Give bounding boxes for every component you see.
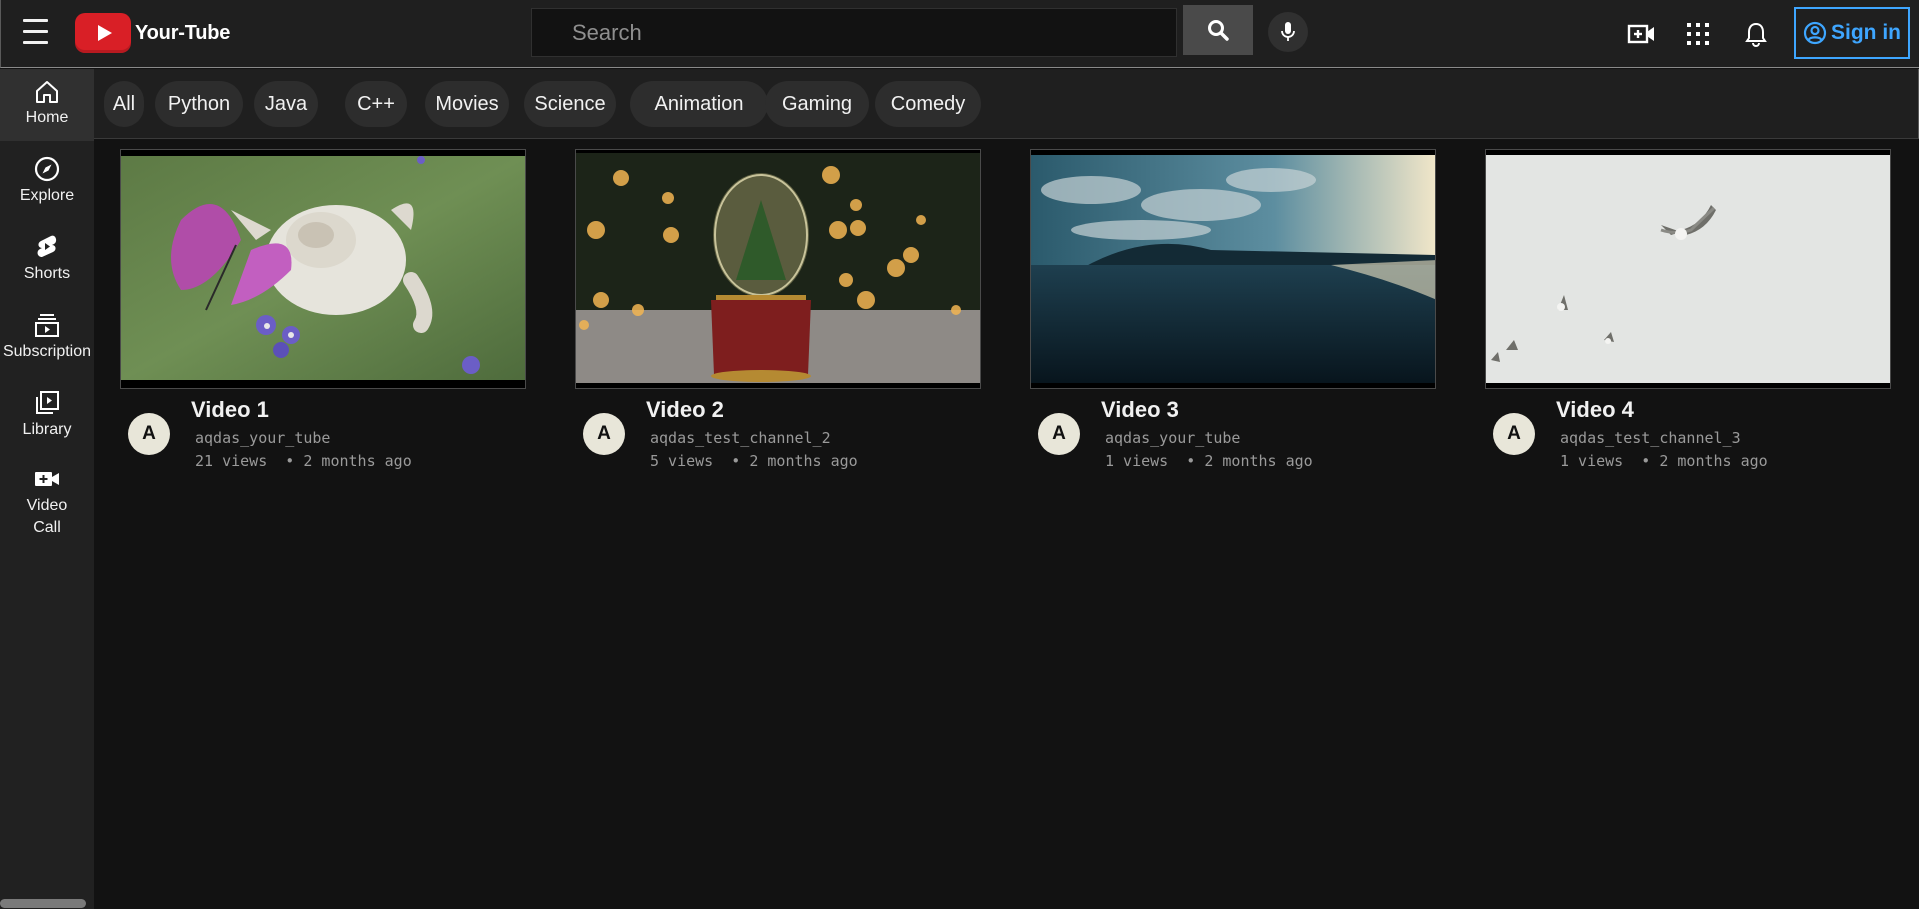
apps-button[interactable] [1678,14,1718,54]
category-chips-bar: All Python Java C++ Movies Science Anima… [94,69,1919,139]
video-card[interactable]: A Video 1 aqdas_your_tube 21 views • 2 m… [120,149,526,479]
sidebar-item-subscriptions[interactable]: Subscription [0,311,94,381]
library-icon [36,391,59,414]
microphone-icon [1281,22,1295,41]
channel-avatar[interactable]: A [1038,413,1080,455]
video-card[interactable]: A Video 4 aqdas_test_channel_3 1 views •… [1485,149,1891,479]
thumbnail-image [1031,150,1435,388]
video-thumbnail[interactable] [575,149,981,389]
video-meta: 21 views • 2 months ago [195,452,412,470]
search-button[interactable] [1183,5,1253,55]
chip-comedy[interactable]: Comedy [875,81,981,127]
view-count: 1 views [1560,452,1624,470]
notifications-button[interactable] [1736,14,1776,54]
video-add-icon [1627,24,1654,44]
video-thumbnail[interactable] [120,149,526,389]
search-input[interactable] [532,9,1176,56]
video-meta: 1 views • 2 months ago [1560,452,1768,470]
video-title[interactable]: Video 1 [191,397,269,423]
thumbnail-image [121,150,525,388]
video-thumbnail[interactable] [1485,149,1891,389]
play-logo-icon [75,13,131,53]
sidebar-item-video-call[interactable]: Video Call [0,467,94,559]
chip-science[interactable]: Science [524,81,616,127]
top-header: Your-Tube Sign in [0,0,1919,68]
chip-all[interactable]: All [104,81,144,127]
channel-name[interactable]: aqdas_test_channel_3 [1560,429,1741,447]
chip-animation[interactable]: Animation [630,81,768,127]
channel-avatar[interactable]: A [1493,413,1535,455]
video-title[interactable]: Video 4 [1556,397,1634,423]
thumbnail-image [576,150,980,388]
voice-search-button[interactable] [1268,12,1308,52]
sidebar-item-library[interactable]: Library [0,389,94,459]
sidebar-scrollbar[interactable] [0,899,86,908]
chip-gaming[interactable]: Gaming [765,81,869,127]
home-icon [36,81,58,103]
create-video-button[interactable] [1622,14,1662,54]
shorts-icon [37,235,57,257]
bell-icon [1745,22,1767,47]
chip-cpp[interactable]: C++ [345,81,407,127]
video-call-icon [35,472,59,486]
sidebar-item-label: Subscription [2,343,92,360]
video-card[interactable]: A Video 3 aqdas_your_tube 1 views • 2 mo… [1030,149,1436,479]
video-meta: 1 views • 2 months ago [1105,452,1313,470]
channel-avatar[interactable]: A [128,413,170,455]
video-title[interactable]: Video 3 [1101,397,1179,423]
sidebar-item-label: Home [25,109,69,126]
chip-java[interactable]: Java [254,81,318,127]
user-circle-icon [1803,21,1827,45]
search-icon [1208,20,1229,41]
sidebar-item-shorts[interactable]: Shorts [0,233,94,303]
sidebar-item-explore[interactable]: Explore [0,155,94,225]
video-meta: 5 views • 2 months ago [650,452,858,470]
chip-python[interactable]: Python [155,81,243,127]
hamburger-menu-button[interactable] [15,16,55,50]
subscriptions-icon [35,314,59,337]
chip-movies[interactable]: Movies [425,81,509,127]
video-title[interactable]: Video 2 [646,397,724,423]
logo[interactable]: Your-Tube [75,13,230,53]
sidebar-item-label: Explore [19,187,75,204]
channel-name[interactable]: aqdas_test_channel_2 [650,429,831,447]
logo-text: Your-Tube [135,21,231,44]
video-card[interactable]: A Video 2 aqdas_test_channel_2 5 views •… [575,149,981,479]
sidebar-item-label: Library [22,421,72,438]
view-count: 5 views [650,452,714,470]
sidebar: Home Explore Shorts Subscription Library… [0,69,94,909]
sidebar-item-label: Video Call [26,497,68,536]
upload-age: 2 months ago [1204,452,1313,470]
sign-in-button[interactable]: Sign in [1794,7,1910,59]
search-box [531,8,1177,57]
thumbnail-image [1486,150,1890,388]
view-count: 1 views [1105,452,1169,470]
sidebar-item-label: Shorts [23,265,71,282]
upload-age: 2 months ago [1659,452,1768,470]
sidebar-item-home[interactable]: Home [0,69,94,141]
channel-name[interactable]: aqdas_your_tube [1105,429,1240,447]
apps-grid-icon [1687,23,1709,45]
upload-age: 2 months ago [303,452,412,470]
channel-avatar[interactable]: A [583,413,625,455]
view-count: 21 views [195,452,268,470]
compass-icon [34,156,60,182]
channel-name[interactable]: aqdas_your_tube [195,429,330,447]
sign-in-label: Sign in [1831,21,1901,44]
upload-age: 2 months ago [749,452,858,470]
video-thumbnail[interactable] [1030,149,1436,389]
